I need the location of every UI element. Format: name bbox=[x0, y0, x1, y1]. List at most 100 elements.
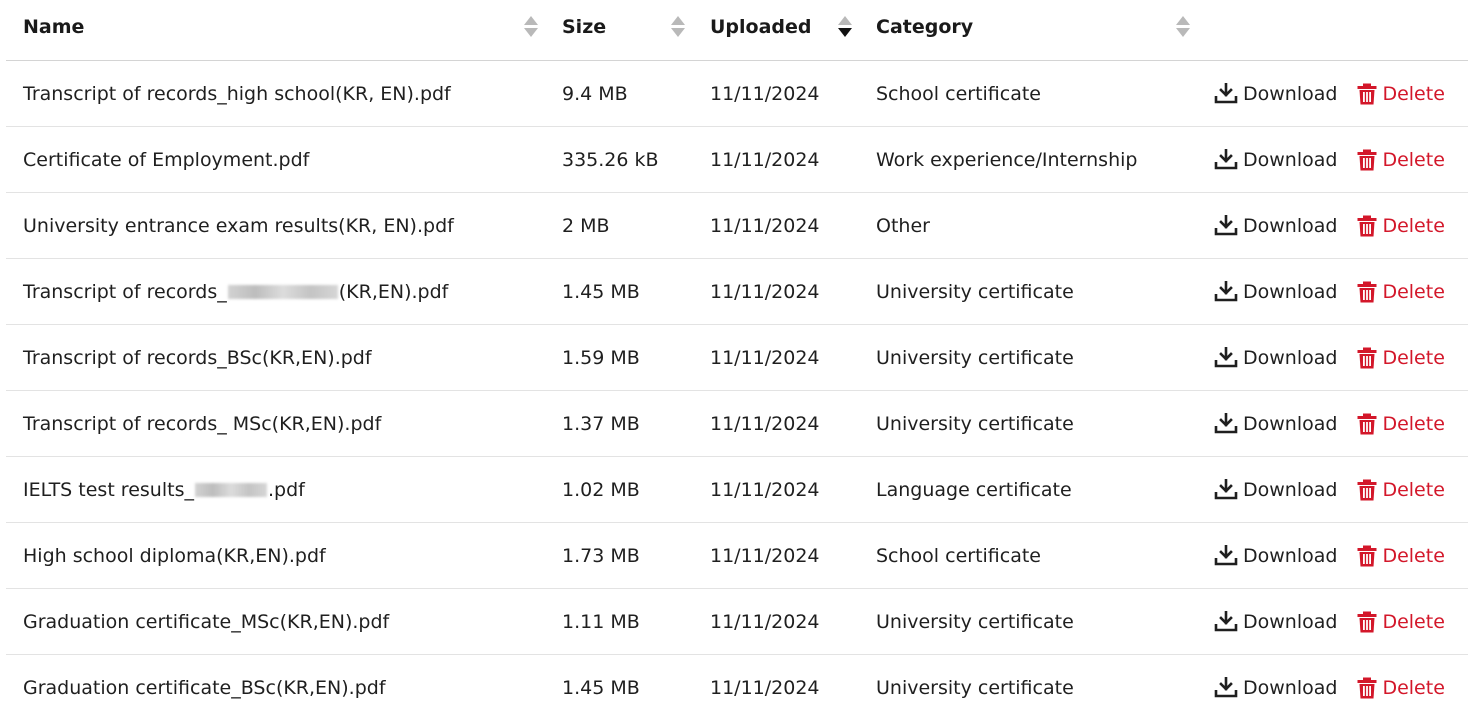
file-name-prefix: IELTS test results_ bbox=[23, 478, 194, 501]
file-uploaded-date: 11/11/2024 bbox=[710, 82, 820, 105]
delete-label: Delete bbox=[1382, 610, 1445, 633]
delete-button[interactable]: Delete bbox=[1357, 214, 1445, 237]
column-header-category[interactable]: Category bbox=[876, 0, 973, 60]
download-button[interactable]: Download bbox=[1214, 478, 1337, 501]
trash-icon bbox=[1357, 413, 1382, 435]
delete-label: Delete bbox=[1382, 412, 1445, 435]
row-actions: Download Delete bbox=[1214, 127, 1445, 192]
sort-name-icon[interactable] bbox=[524, 16, 538, 40]
delete-label: Delete bbox=[1382, 148, 1445, 171]
download-icon bbox=[1214, 280, 1243, 303]
download-icon bbox=[1214, 677, 1243, 699]
download-label: Download bbox=[1243, 346, 1338, 369]
download-label: Download bbox=[1243, 280, 1338, 303]
file-size: 335.26 kB bbox=[562, 148, 659, 171]
file-name-suffix: (KR,EN).pdf bbox=[338, 280, 449, 303]
download-label: Download bbox=[1243, 544, 1338, 567]
column-header-uploaded[interactable]: Uploaded bbox=[710, 0, 812, 60]
file-size: 1.59 MB bbox=[562, 346, 640, 369]
file-uploaded-date: 11/11/2024 bbox=[710, 478, 820, 501]
trash-icon bbox=[1357, 149, 1382, 171]
trash-icon bbox=[1357, 347, 1382, 369]
column-header-name[interactable]: Name bbox=[23, 0, 84, 60]
file-name: University entrance exam results(KR, EN)… bbox=[23, 214, 454, 237]
download-label: Download bbox=[1243, 214, 1338, 237]
file-name: Transcript of records_BSc(KR,EN).pdf bbox=[23, 346, 372, 369]
download-icon bbox=[1214, 478, 1243, 501]
file-category: School certificate bbox=[876, 82, 1041, 105]
file-uploaded-date: 11/11/2024 bbox=[710, 280, 820, 303]
table-row: Transcript of records_ (KR,EN).pdf 1.45 M… bbox=[6, 259, 1468, 325]
sort-uploaded-icon[interactable] bbox=[838, 16, 852, 40]
file-uploaded-date: 11/11/2024 bbox=[710, 346, 820, 369]
documents-table: Name Size Uploaded Category Transcript o… bbox=[6, 0, 1468, 721]
delete-label: Delete bbox=[1382, 214, 1445, 237]
delete-button[interactable]: Delete bbox=[1357, 479, 1445, 501]
row-actions: Download Delete bbox=[1214, 655, 1445, 721]
file-uploaded-date: 11/11/2024 bbox=[710, 544, 820, 567]
delete-button[interactable]: Delete bbox=[1357, 677, 1445, 699]
download-icon bbox=[1214, 346, 1243, 369]
delete-button[interactable]: Delete bbox=[1357, 281, 1445, 303]
download-button[interactable]: Download bbox=[1214, 544, 1338, 567]
file-uploaded-date: 11/11/2024 bbox=[710, 148, 820, 171]
file-size: 1.45 MB bbox=[562, 677, 640, 699]
download-icon bbox=[1214, 610, 1243, 633]
file-size: 1.11 MB bbox=[562, 610, 640, 633]
download-button[interactable]: Download bbox=[1214, 412, 1337, 435]
row-actions: Download Delete bbox=[1214, 61, 1445, 126]
row-actions: Download Delete bbox=[1214, 457, 1445, 522]
file-category: Work experience/Internship bbox=[876, 148, 1138, 171]
delete-button[interactable]: Delete bbox=[1357, 82, 1445, 105]
file-name: Certificate of Employment.pdf bbox=[23, 148, 310, 171]
file-name: Transcript of records_high school(KR, EN… bbox=[23, 82, 451, 105]
file-name: Graduation certificate_MSc(KR,EN).pdf bbox=[23, 610, 390, 633]
file-name: Graduation certificate_BSc(KR,EN).pdf bbox=[23, 677, 386, 699]
delete-button[interactable]: Delete bbox=[1357, 346, 1445, 369]
file-uploaded-date: 11/11/2024 bbox=[710, 610, 820, 633]
trash-icon bbox=[1357, 281, 1382, 303]
file-uploaded-date: 11/11/2024 bbox=[710, 412, 820, 435]
delete-button[interactable]: Delete bbox=[1357, 412, 1445, 435]
trash-icon bbox=[1357, 545, 1382, 567]
download-icon bbox=[1214, 214, 1243, 237]
file-uploaded-date: 11/11/2024 bbox=[710, 677, 820, 699]
column-header-size[interactable]: Size bbox=[562, 0, 606, 60]
delete-button[interactable]: Delete bbox=[1357, 610, 1445, 633]
download-button[interactable]: Download bbox=[1214, 82, 1337, 105]
table-row: Graduation certificate_BSc(KR,EN).pdf 1.… bbox=[6, 655, 1468, 721]
file-size: 1.37 MB bbox=[562, 412, 640, 435]
download-button[interactable]: Download bbox=[1214, 214, 1338, 237]
sort-category-icon[interactable] bbox=[1176, 16, 1190, 40]
delete-label: Delete bbox=[1382, 677, 1445, 699]
download-icon bbox=[1214, 82, 1243, 105]
file-size: 9.4 MB bbox=[562, 82, 628, 105]
download-icon bbox=[1214, 148, 1243, 171]
trash-icon bbox=[1357, 83, 1382, 105]
file-size: 1.73 MB bbox=[562, 544, 640, 567]
table-row: Certificate of Employment.pdf 335.26 kB … bbox=[6, 127, 1468, 193]
delete-button[interactable]: Delete bbox=[1357, 148, 1445, 171]
download-button[interactable]: Download bbox=[1214, 280, 1338, 303]
table-row: IELTS test results_ .pdf 1.02 MB 11/11/20… bbox=[6, 457, 1468, 523]
delete-label: Delete bbox=[1382, 544, 1445, 567]
table-row: University entrance exam results(KR, EN)… bbox=[6, 193, 1468, 259]
file-name: Transcript of records_ (KR,EN).pdf bbox=[23, 259, 448, 324]
download-button[interactable]: Download bbox=[1214, 677, 1337, 699]
download-button[interactable]: Download bbox=[1214, 346, 1338, 369]
delete-label: Delete bbox=[1382, 82, 1445, 105]
row-actions: Download Delete bbox=[1214, 589, 1445, 654]
trash-icon bbox=[1357, 479, 1382, 501]
download-button[interactable]: Download bbox=[1214, 148, 1338, 171]
delete-button[interactable]: Delete bbox=[1357, 544, 1445, 567]
delete-label: Delete bbox=[1382, 346, 1445, 369]
trash-icon bbox=[1357, 677, 1382, 699]
download-label: Download bbox=[1243, 677, 1338, 699]
sort-size-icon[interactable] bbox=[671, 16, 685, 40]
download-icon bbox=[1214, 412, 1243, 435]
download-button[interactable]: Download bbox=[1214, 610, 1337, 633]
download-label: Download bbox=[1243, 148, 1338, 171]
table-row: Transcript of records_BSc(KR,EN).pdf 1.5… bbox=[6, 325, 1468, 391]
row-actions: Download Delete bbox=[1214, 325, 1445, 390]
file-size: 1.45 MB bbox=[562, 280, 640, 303]
